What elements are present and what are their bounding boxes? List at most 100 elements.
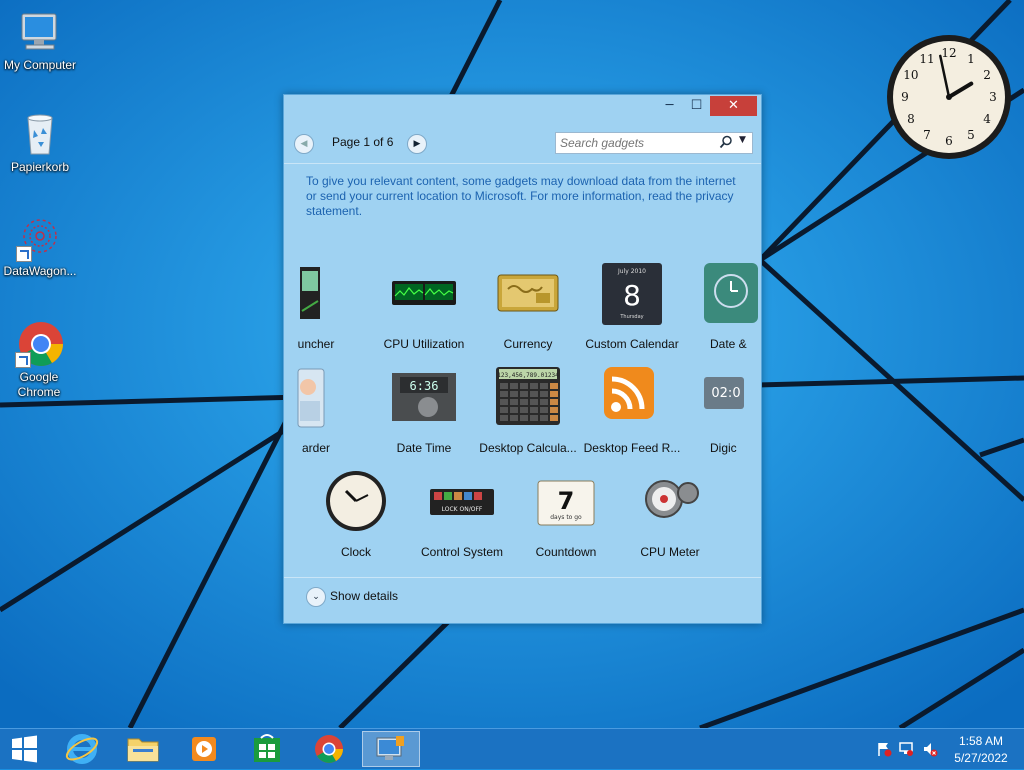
gadget-label: Countdown xyxy=(535,545,597,559)
calculator-key xyxy=(550,383,558,389)
calculator-key xyxy=(510,391,518,397)
gadget-tile-date-time[interactable]: 6:36 Date Time xyxy=(372,359,476,459)
search-box[interactable]: ▼ xyxy=(555,132,753,154)
calculator-key xyxy=(520,407,528,413)
gadget-label: Desktop Feed R... xyxy=(583,441,681,455)
shortcut-arrow-icon xyxy=(15,352,31,368)
chrome-icon xyxy=(315,735,343,763)
taskbar: 1:58 AM 5/27/2022 xyxy=(0,728,1024,769)
gadget-grid: uncher CPU Utilization Currency July 201… xyxy=(284,255,761,585)
gadget-gallery-window: ─ ☐ ✕ ◀ Page 1 of 6 ▶ ▼ To give you rele… xyxy=(283,94,762,624)
currency-icon xyxy=(497,274,559,312)
search-input[interactable] xyxy=(560,135,710,151)
gadget-tile-launcher[interactable]: uncher xyxy=(284,255,356,355)
calculator-key xyxy=(530,383,538,389)
calculator-key xyxy=(550,415,558,421)
gadget-tile-cpu-utilization[interactable]: CPU Utilization xyxy=(372,255,476,355)
calculator-display: 123,456,789.01234 xyxy=(497,372,559,379)
date-time-display: 6:36 xyxy=(410,379,439,393)
desktop-icon-label: DataWagon... xyxy=(3,264,77,278)
taskbar-media-player[interactable] xyxy=(176,731,232,767)
close-button[interactable]: ✕ xyxy=(710,96,757,116)
clock-numeral: 10 xyxy=(903,68,918,82)
calculator-key xyxy=(540,383,548,389)
taskbar-file-explorer[interactable] xyxy=(115,731,171,767)
taskbar-time[interactable]: 1:58 AM xyxy=(946,734,1016,748)
windows-logo-icon xyxy=(12,735,37,763)
countdown-number: 7 xyxy=(558,487,575,515)
start-button[interactable] xyxy=(0,731,48,767)
desktop-icon-datawagon[interactable]: DataWagon... xyxy=(0,214,80,279)
divider xyxy=(284,163,761,164)
desktop-icon-recycle-bin[interactable]: Papierkorb xyxy=(0,110,80,175)
calculator-key xyxy=(540,407,548,413)
calculator-key xyxy=(510,407,518,413)
maximize-button[interactable]: ☐ xyxy=(683,96,710,116)
gadget-tile-currency[interactable]: Currency xyxy=(476,255,580,355)
calculator-key xyxy=(500,399,508,405)
title-bar[interactable]: ─ ☐ ✕ xyxy=(284,95,761,121)
clock-numeral: 1 xyxy=(967,52,975,66)
calculator-key xyxy=(520,415,528,421)
network-icon[interactable] xyxy=(898,741,914,757)
gadget-tile-desktop-feed-reader[interactable]: Desktop Feed R... xyxy=(580,359,684,459)
divider xyxy=(284,577,761,578)
desktop-icon-label: My Computer xyxy=(3,58,77,72)
calculator-key xyxy=(530,415,538,421)
search-dropdown-icon[interactable]: ▼ xyxy=(739,135,746,145)
desktop-icon-google-chrome[interactable]: Google Chrome xyxy=(0,320,78,400)
calculator-icon: 123,456,789.01234 xyxy=(496,367,560,425)
gadget-label: Clock xyxy=(340,545,371,559)
gadget-tile-date-clock[interactable]: Date & xyxy=(684,255,761,355)
clock-numeral: 3 xyxy=(989,90,997,104)
taskbar-internet-explorer[interactable] xyxy=(54,731,110,767)
calculator-key xyxy=(540,399,548,405)
desktop-icon-label: Google Chrome xyxy=(17,370,61,399)
calculator-key xyxy=(550,407,558,413)
clock-numeral: 6 xyxy=(945,134,953,148)
computer-icon xyxy=(21,13,57,50)
gadget-tile-countdown[interactable]: 7 days to go Countdown xyxy=(514,463,618,563)
clock-numeral: 7 xyxy=(923,128,931,142)
clock-numeral: 9 xyxy=(901,90,909,104)
show-details-label[interactable]: Show details xyxy=(330,589,430,603)
gadget-tile-cpu-meter[interactable]: CPU Meter xyxy=(618,463,722,563)
calculator-key xyxy=(500,415,508,421)
chevron-down-icon[interactable]: ⌄ xyxy=(306,587,326,607)
gadgets-icon xyxy=(376,736,404,760)
countdown-icon: 7 days to go xyxy=(537,480,595,526)
volume-muted-icon[interactable] xyxy=(922,741,938,757)
shortcut-arrow-icon xyxy=(16,246,32,262)
action-center-flag-icon[interactable] xyxy=(876,741,892,757)
gadget-label: Control System xyxy=(420,545,504,559)
calculator-key xyxy=(520,399,528,405)
privacy-notice[interactable]: To give you relevant content, some gadge… xyxy=(306,174,736,219)
gadget-tile-digital-clock[interactable]: 02:0 Digic xyxy=(684,359,761,459)
gadget-tile-desktop-calculator[interactable]: 123,456,789.01234 Desktop Calcula... xyxy=(476,359,580,459)
calculator-key xyxy=(510,415,518,421)
taskbar-date[interactable]: 5/27/2022 xyxy=(946,751,1016,765)
countdown-subtext: days to go xyxy=(550,514,582,521)
calculator-key xyxy=(550,391,558,397)
digital-clock-display: 02:0 xyxy=(711,386,740,401)
prev-page-button[interactable]: ◀ xyxy=(294,134,314,154)
clock-gadget[interactable]: 12 12 3 45678 9 1011 xyxy=(884,32,1014,162)
taskbar-chrome[interactable] xyxy=(301,731,357,767)
gadget-tile-custom-calendar[interactable]: July 2010 8 Thursday Custom Calendar xyxy=(580,255,684,355)
taskbar-store[interactable] xyxy=(239,731,295,767)
taskbar-gadgets[interactable] xyxy=(362,731,420,767)
rss-feed-icon xyxy=(604,367,654,419)
gadget-tile-control-system[interactable]: LOCK ON/OFF Control System xyxy=(410,463,514,563)
internet-explorer-icon xyxy=(65,734,99,764)
calendar-icon: July 2010 8 Thursday xyxy=(602,263,662,325)
date-clock-icon xyxy=(704,263,758,323)
gadget-label: Digic xyxy=(710,441,737,455)
search-icon[interactable] xyxy=(719,135,733,149)
gadget-tile-clock[interactable]: Clock xyxy=(304,463,408,563)
clock-numeral: 8 xyxy=(907,112,915,126)
next-page-button[interactable]: ▶ xyxy=(407,134,427,154)
gadget-tile-guarder[interactable]: arder xyxy=(284,359,356,459)
folder-icon xyxy=(127,738,159,762)
desktop-icon-my-computer[interactable]: My Computer xyxy=(0,8,80,73)
minimize-button[interactable]: ─ xyxy=(656,96,683,116)
